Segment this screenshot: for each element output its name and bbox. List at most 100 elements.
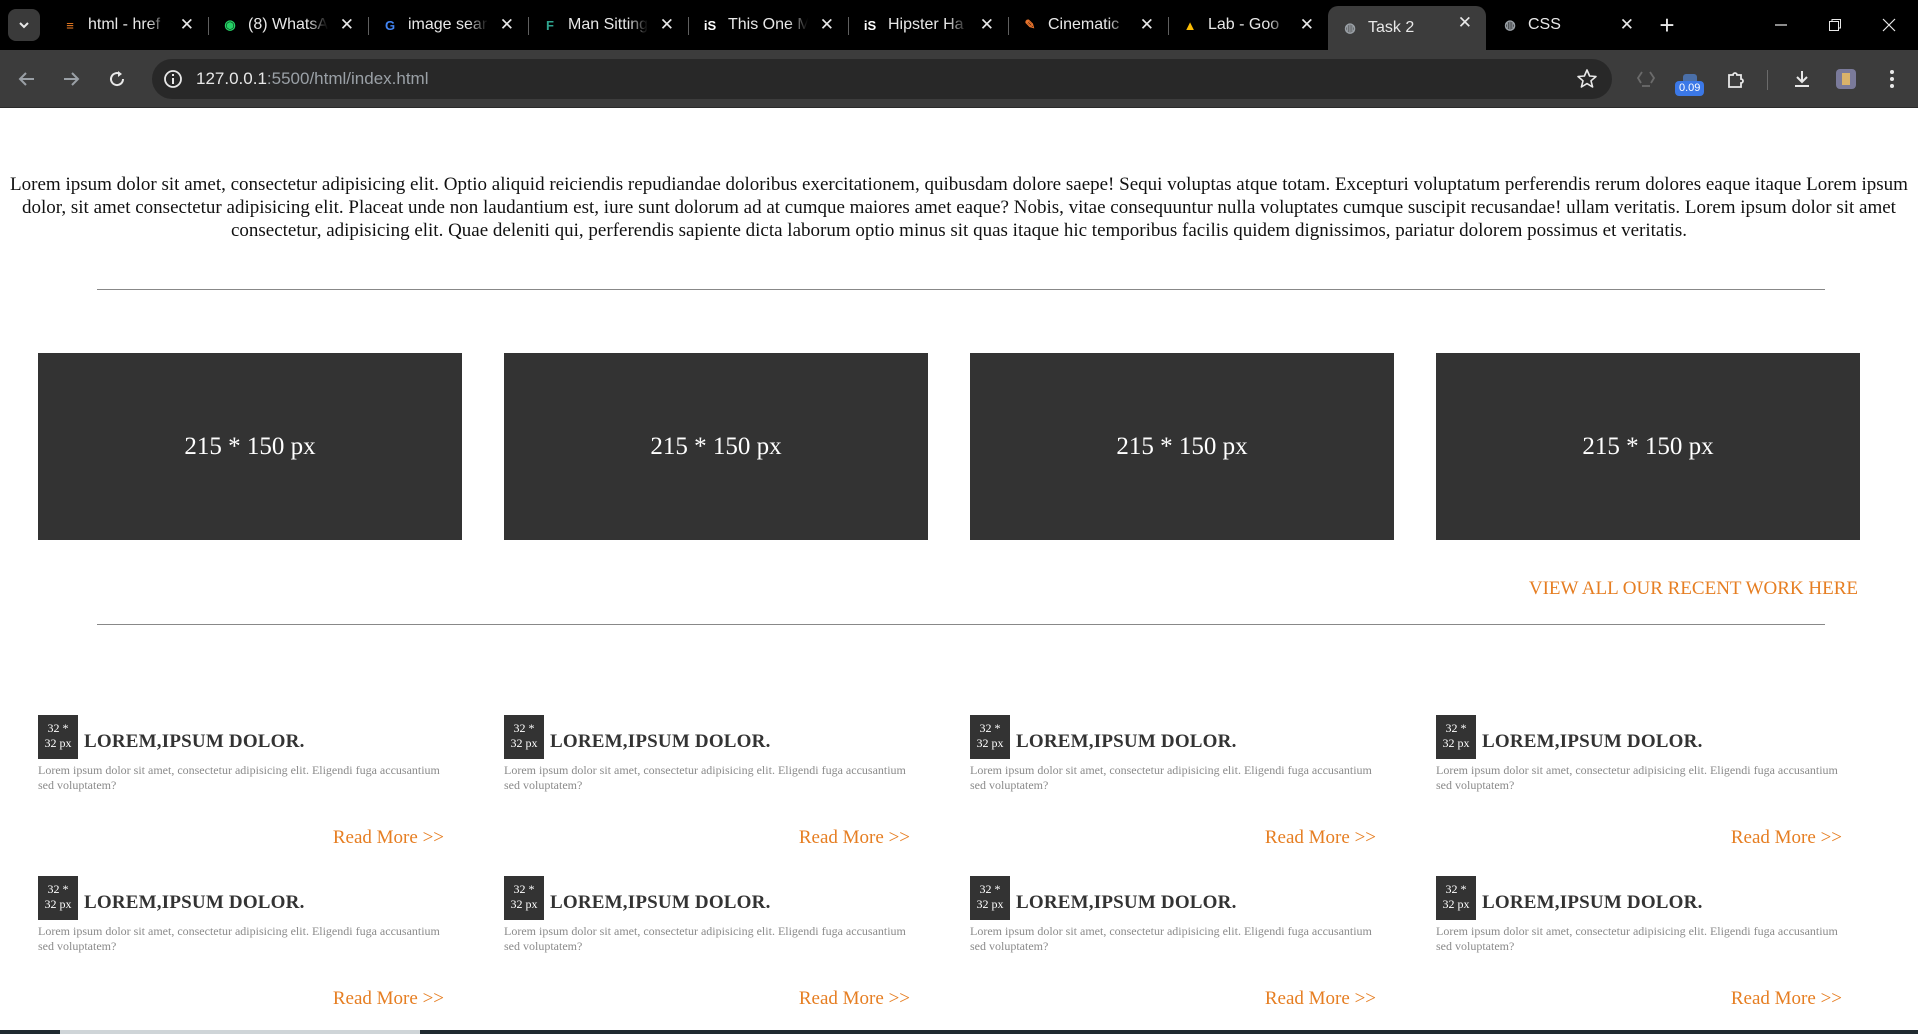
icon-size-line2: 32 px <box>44 736 72 750</box>
browser-tab[interactable]: ◉ (8) WhatsApp ✕ <box>208 8 369 42</box>
card-description: Lorem ipsum dolor sit amet, consectetur … <box>38 763 440 792</box>
back-button[interactable] <box>12 64 42 94</box>
read-more-link[interactable]: Read More >> <box>1265 988 1376 1010</box>
icon-size-line1: 32 * <box>513 721 535 735</box>
card-icon-placeholder: 32 * 32 px <box>504 715 544 759</box>
tab-close-icon[interactable]: ✕ <box>1620 15 1634 35</box>
browser-tab[interactable]: iS This One M ✕ <box>688 8 849 42</box>
card-heading: LOREM,IPSUM DOLOR. <box>84 731 305 752</box>
tab-close-icon[interactable]: ✕ <box>1300 15 1314 35</box>
restore-button[interactable] <box>1820 10 1850 40</box>
card-icon-placeholder: 32 * 32 px <box>38 876 78 920</box>
url-text[interactable]: 127.0.0.1:5500/html/index.html <box>196 69 429 89</box>
feature-card: 32 * 32 px LOREM,IPSUM DOLOR. Lorem ipsum… <box>38 876 462 1026</box>
card-icon-placeholder: 32 * 32 px <box>1436 715 1476 759</box>
card-description: Lorem ipsum dolor sit amet, consectetur … <box>504 924 906 953</box>
tab-title: Cinematic <box>1048 16 1120 33</box>
icon-size-line1: 32 * <box>1445 721 1467 735</box>
reload-button[interactable] <box>102 64 132 94</box>
menu-kebab-icon[interactable] <box>1878 65 1906 93</box>
feature-card: 32 * 32 px LOREM,IPSUM DOLOR. Lorem ipsum… <box>504 715 928 865</box>
icon-size-line2: 32 px <box>976 736 1004 750</box>
tab-search-button[interactable] <box>8 9 40 41</box>
card-icon-placeholder: 32 * 32 px <box>970 715 1010 759</box>
icon-size-line2: 32 px <box>44 897 72 911</box>
recycle-extension-icon[interactable] <box>1632 65 1660 93</box>
tab-title: image search <box>408 16 488 33</box>
tab-close-icon[interactable]: ✕ <box>180 15 194 35</box>
tab-title: Lab - Goo <box>1208 16 1280 33</box>
browser-tab[interactable]: ▲ Lab - Goo ✕ <box>1168 8 1328 42</box>
url-path: :5500/html/index.html <box>266 69 429 88</box>
read-more-link[interactable]: Read More >> <box>799 988 910 1010</box>
bookmark-star-icon[interactable] <box>1576 68 1598 90</box>
browser-tab[interactable]: ✎ Cinematic ✕ <box>1008 8 1169 42</box>
image-placeholder: 215 * 150 px <box>504 353 928 540</box>
extensions-puzzle-icon[interactable] <box>1722 65 1750 93</box>
read-more-link[interactable]: Read More >> <box>799 827 910 849</box>
site-info-icon[interactable] <box>162 68 184 90</box>
browser-tab[interactable]: ◍ Task 2 ✕ <box>1328 6 1486 50</box>
new-tab-button[interactable]: + <box>1652 10 1682 40</box>
downloads-icon[interactable] <box>1788 65 1816 93</box>
address-bar[interactable]: 127.0.0.1:5500/html/index.html <box>152 59 1612 99</box>
browser-tab[interactable]: ◍ CSS ✕ <box>1488 8 1648 42</box>
reload-icon <box>110 71 125 87</box>
card-description: Lorem ipsum dolor sit amet, consectetur … <box>970 924 1372 953</box>
browser-tab[interactable]: ≡ html - href ✕ <box>48 8 209 42</box>
tab-close-icon[interactable]: ✕ <box>1458 13 1472 33</box>
minimize-button[interactable] <box>1766 10 1796 40</box>
card-description: Lorem ipsum dolor sit amet, consectetur … <box>504 763 906 792</box>
icon-size-line1: 32 * <box>979 882 1001 896</box>
chevron-down-icon <box>19 22 29 29</box>
tab-title: Hipster Ha <box>888 16 964 33</box>
tab-close-icon[interactable]: ✕ <box>660 15 674 35</box>
icon-size-line2: 32 px <box>510 736 538 750</box>
image-placeholder-label: 215 * 150 px <box>1116 432 1248 460</box>
arrow-left-icon <box>18 72 34 86</box>
feature-card: 32 * 32 px LOREM,IPSUM DOLOR. Lorem ipsum… <box>504 876 928 1026</box>
feature-card: 32 * 32 px LOREM,IPSUM DOLOR. Lorem ipsum… <box>970 876 1394 1026</box>
url-host: 127.0.0.1 <box>196 69 267 88</box>
browser-tab[interactable]: iS Hipster Ha ✕ <box>848 8 1009 42</box>
icon-size-line1: 32 * <box>979 721 1001 735</box>
card-icon-placeholder: 32 * 32 px <box>504 876 544 920</box>
read-more-link[interactable]: Read More >> <box>333 988 444 1010</box>
card-heading: LOREM,IPSUM DOLOR. <box>1016 892 1237 913</box>
tab-close-icon[interactable]: ✕ <box>340 15 354 35</box>
image-placeholder-label: 215 * 150 px <box>184 432 316 460</box>
tab-close-icon[interactable]: ✕ <box>500 15 514 35</box>
card-heading: LOREM,IPSUM DOLOR. <box>1482 892 1703 913</box>
tab-close-icon[interactable]: ✕ <box>820 15 834 35</box>
feature-card: 32 * 32 px LOREM,IPSUM DOLOR. Lorem ipsum… <box>970 715 1394 865</box>
view-all-work-link[interactable]: VIEW ALL OUR RECENT WORK HERE <box>1529 578 1858 600</box>
read-more-link[interactable]: Read More >> <box>1265 827 1376 849</box>
tab-close-icon[interactable]: ✕ <box>1140 15 1154 35</box>
plus-icon: + <box>1659 9 1675 40</box>
extension-badge: 0.09 <box>1675 81 1705 96</box>
horizontal-scrollbar[interactable] <box>0 1030 1918 1034</box>
divider-top <box>97 289 1825 290</box>
card-description: Lorem ipsum dolor sit amet, consectetur … <box>1436 763 1838 792</box>
toolbar-divider <box>1767 70 1768 90</box>
icon-size-line1: 32 * <box>1445 882 1467 896</box>
browser-tab[interactable]: F Man Sitting ✕ <box>528 8 689 42</box>
close-window-button[interactable] <box>1874 10 1904 40</box>
read-more-link[interactable]: Read More >> <box>333 827 444 849</box>
icon-size-line2: 32 px <box>1442 736 1470 750</box>
image-placeholder: 215 * 150 px <box>1436 353 1860 540</box>
icon-size-line1: 32 * <box>513 882 535 896</box>
browser-tab[interactable]: Gimage search ✕ <box>368 8 529 42</box>
read-more-link[interactable]: Read More >> <box>1731 988 1842 1010</box>
close-icon <box>1882 18 1896 32</box>
card-icon-placeholder: 32 * 32 px <box>38 715 78 759</box>
restore-icon <box>1829 19 1841 31</box>
profile-avatar-icon[interactable] <box>1832 65 1860 93</box>
tab-close-icon[interactable]: ✕ <box>980 15 994 35</box>
globe-icon: ◍ <box>1344 20 1356 35</box>
globe-icon: ◍ <box>1504 17 1516 32</box>
read-more-link[interactable]: Read More >> <box>1731 827 1842 849</box>
minimize-icon <box>1775 24 1787 26</box>
forward-button[interactable] <box>56 64 86 94</box>
scrollbar-thumb[interactable] <box>60 1030 420 1034</box>
